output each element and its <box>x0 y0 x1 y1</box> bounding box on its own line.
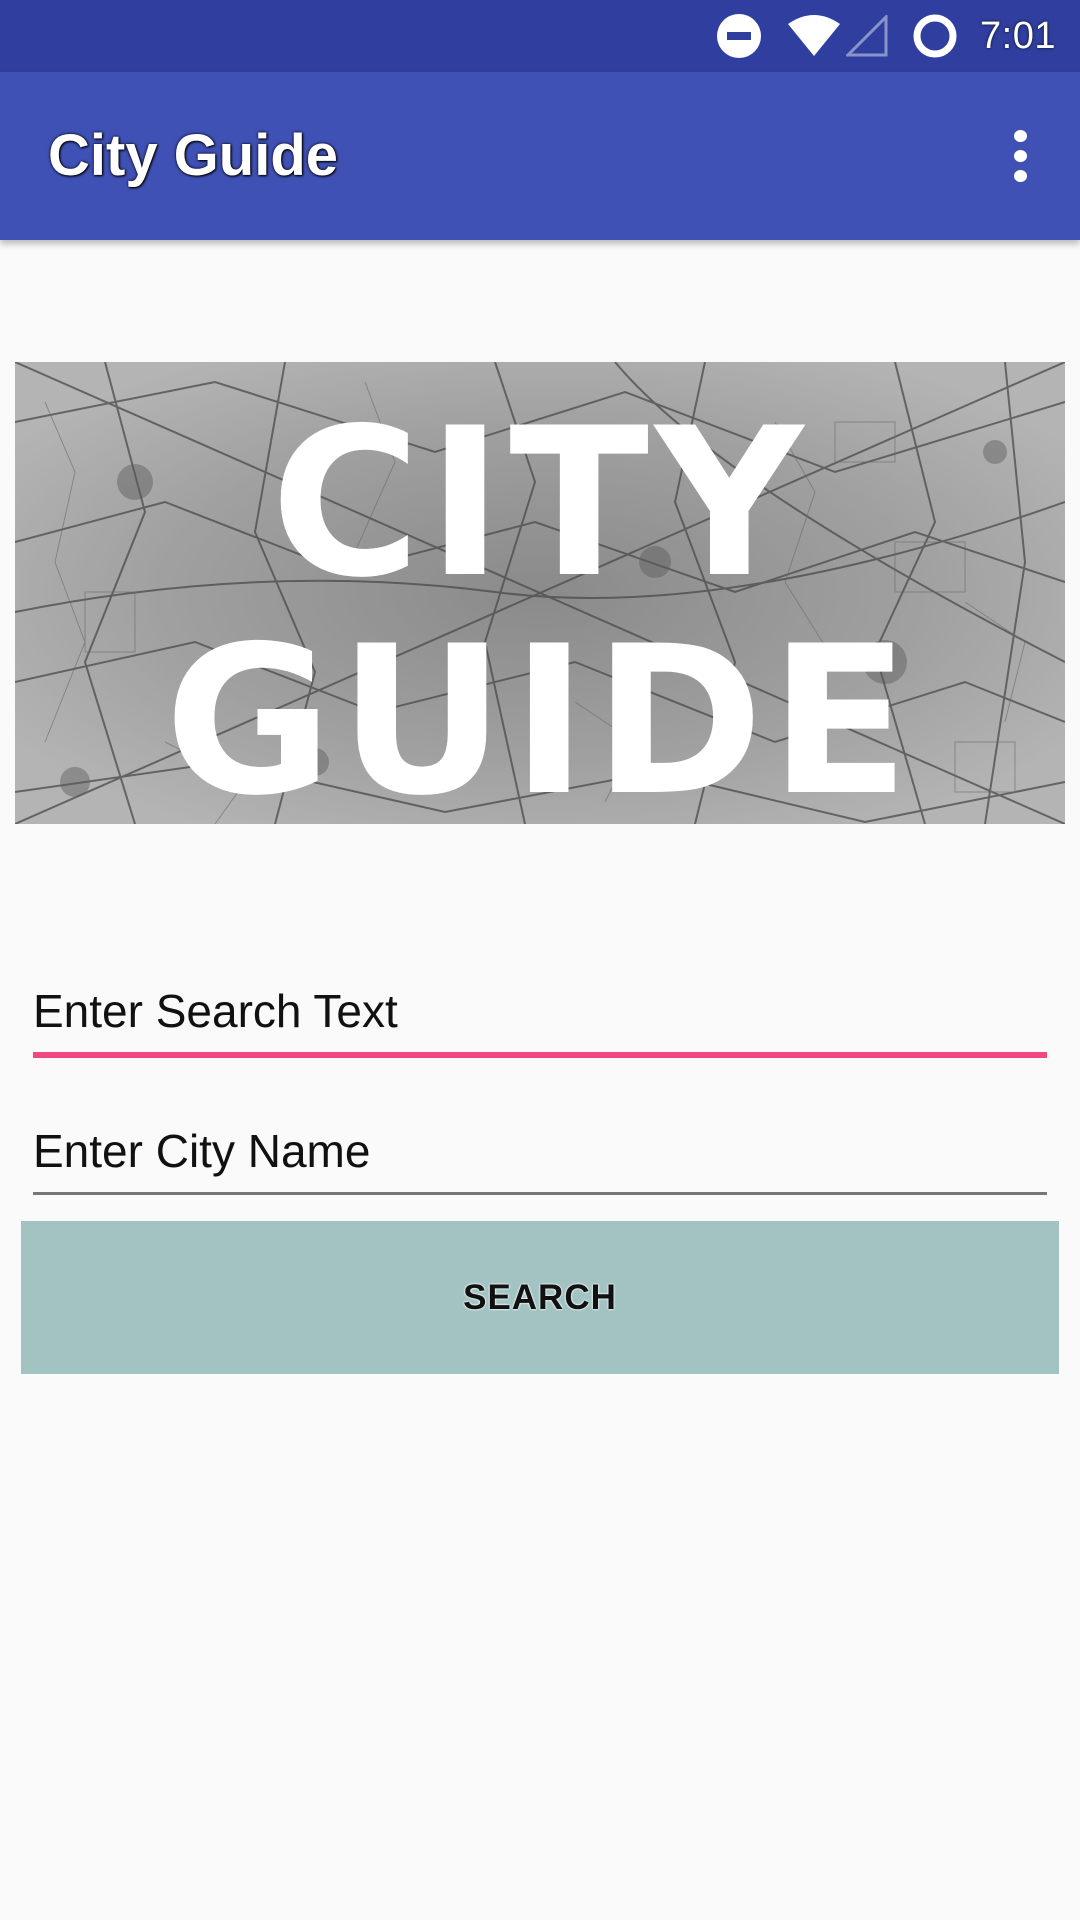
banner-map-image: CITY GUIDE <box>15 362 1065 824</box>
status-icons: 7:01 <box>692 0 1056 72</box>
search-text-input[interactable] <box>33 966 1047 1056</box>
banner-text-line1: CITY <box>270 385 809 623</box>
app-bar: City Guide <box>0 72 1080 240</box>
sync-circle-icon <box>913 14 957 58</box>
city-name-field[interactable] <box>33 1106 1047 1196</box>
city-name-underline <box>33 1192 1047 1195</box>
app-title: City Guide <box>48 123 339 188</box>
more-vert-icon[interactable] <box>990 126 1050 186</box>
status-time: 7:01 <box>980 14 1056 57</box>
status-bar: 7:01 <box>0 0 1080 72</box>
search-button[interactable]: SEARCH <box>21 1221 1059 1374</box>
wifi-icon <box>788 15 841 56</box>
city-name-input[interactable] <box>33 1106 1047 1196</box>
search-text-underline <box>33 1052 1047 1058</box>
city-guide-banner: CITY GUIDE <box>15 362 1065 824</box>
search-text-field[interactable] <box>33 966 1047 1056</box>
do-not-disturb-icon <box>717 14 762 58</box>
cell-signal-icon <box>846 15 888 57</box>
banner-text-line2: GUIDE <box>164 603 915 824</box>
